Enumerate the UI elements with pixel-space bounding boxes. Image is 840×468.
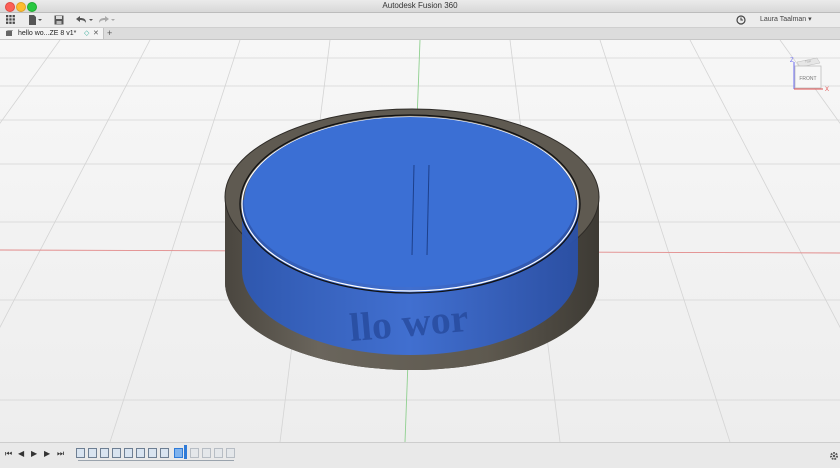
timeline-feature-extrude[interactable] <box>136 448 145 458</box>
new-tab-button[interactable]: + <box>107 28 112 39</box>
timeline-feature-suppressed[interactable] <box>190 448 199 458</box>
timeline-feature-suppressed[interactable] <box>202 448 211 458</box>
file-icon[interactable] <box>28 15 42 25</box>
step-forward-button[interactable]: ▶ <box>44 449 50 459</box>
window-titlebar: Autodesk Fusion 360 <box>0 0 840 13</box>
undo-icon[interactable] <box>75 15 93 25</box>
document-tab[interactable]: hello wo...ZE 8 v1* ◇ ✕ <box>0 28 104 39</box>
modeling-canvas[interactable]: llo wor FRONT TOP Z X <box>0 39 840 443</box>
timeline-feature-sketch[interactable] <box>76 448 85 458</box>
timeline-track <box>78 460 234 461</box>
play-button[interactable]: ▶ <box>31 449 37 459</box>
go-to-end-button[interactable]: ⏭ <box>57 449 64 459</box>
timeline-feature-suppressed[interactable] <box>214 448 223 458</box>
sync-status-icon: ◇ <box>84 30 90 37</box>
close-tab-icon[interactable]: ✕ <box>93 28 99 39</box>
document-tab-bar: hello wo...ZE 8 v1* ◇ ✕ + <box>0 28 840 40</box>
user-name: Laura Taalman <box>760 16 807 23</box>
user-account-menu[interactable]: Laura Taalman ▾ <box>760 15 812 25</box>
x-axis-label: X <box>825 87 829 93</box>
clock-icon[interactable] <box>736 15 746 25</box>
timeline-marker[interactable] <box>184 445 187 459</box>
timeline-feature-extrude[interactable] <box>88 448 97 458</box>
grid-icon[interactable] <box>6 15 15 25</box>
timeline-feature-sketch[interactable] <box>148 448 157 458</box>
timeline-feature-extrude[interactable] <box>160 448 169 458</box>
timeline-feature-extrude[interactable] <box>100 448 109 458</box>
document-tab-label: hello wo...ZE 8 v1* <box>18 30 77 37</box>
gear-icon[interactable] <box>829 448 839 466</box>
step-back-button[interactable]: ◀ <box>18 449 24 459</box>
application-toolbar: Laura Taalman ▾ <box>0 13 840 28</box>
save-icon[interactable] <box>54 15 64 25</box>
timeline-feature-fillet[interactable] <box>112 448 121 458</box>
viewcube-front-label: FRONT <box>799 76 816 82</box>
design-timeline: ⏮ ◀ ▶ ▶ ⏭ <box>0 442 840 468</box>
viewcube-top-label: TOP <box>805 60 811 64</box>
timeline-feature-selected[interactable] <box>174 448 183 458</box>
redo-icon[interactable] <box>98 15 116 25</box>
chevron-down-icon: ▾ <box>808 16 812 23</box>
go-to-start-button[interactable]: ⏮ <box>5 449 12 459</box>
window-title: Autodesk Fusion 360 <box>382 1 458 10</box>
timeline-feature-suppressed[interactable] <box>226 448 235 458</box>
timeline-feature-sketch[interactable] <box>124 448 133 458</box>
canvas-viewport[interactable]: llo wor FRONT TOP Z X <box>0 39 840 443</box>
z-axis-label: Z <box>790 58 794 64</box>
lid-body[interactable]: llo wor <box>239 114 581 355</box>
